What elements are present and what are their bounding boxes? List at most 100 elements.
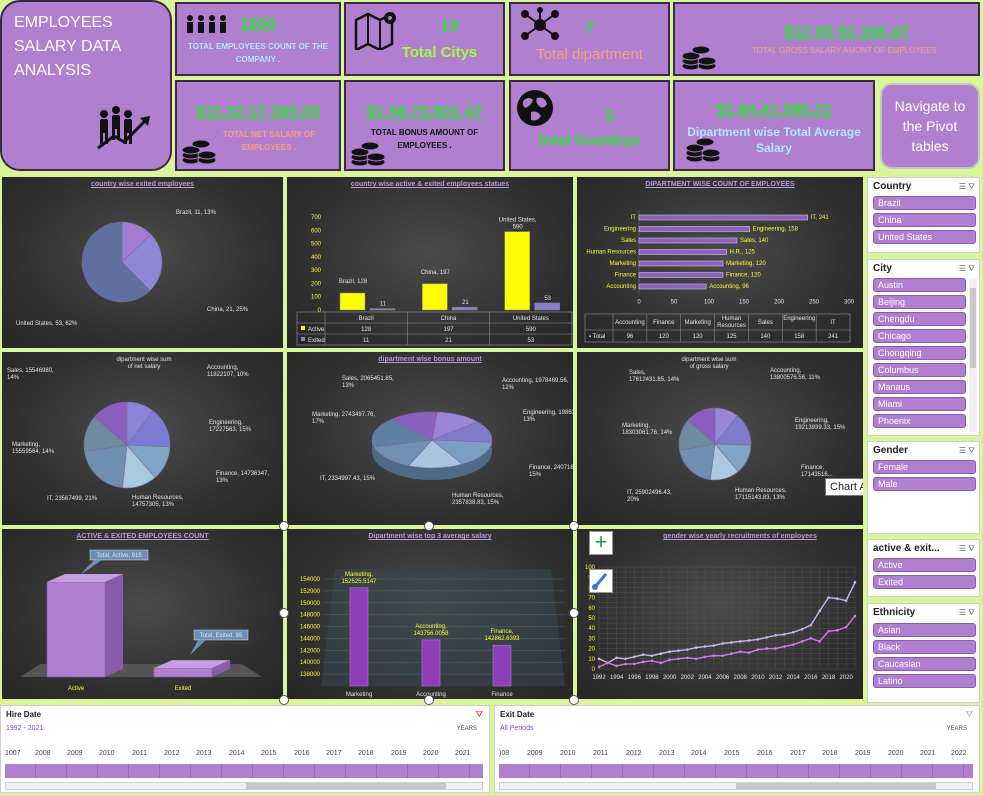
bar-front <box>153 667 213 678</box>
selection-handle[interactable] <box>279 521 289 531</box>
kpi-avg-salary-label: Dipartment wise Total Average Salary <box>687 125 861 155</box>
selection-handle[interactable] <box>569 695 579 705</box>
slicer-item-austin[interactable]: Austin <box>873 278 966 292</box>
slicer-item-manaus[interactable]: Manaus <box>873 380 966 394</box>
selection-handle[interactable] <box>279 695 289 705</box>
timeline-selection-bar[interactable] <box>5 764 483 778</box>
kpi-total-gross-value: $12,90,91,166.47 <box>784 24 909 41</box>
timeline-level[interactable]: YEARS <box>457 726 477 732</box>
data-point <box>668 658 671 662</box>
slicer-item-asian[interactable]: Asian <box>873 623 976 637</box>
data-point <box>738 650 742 653</box>
coins-icon <box>181 139 217 165</box>
chart-styles-button[interactable] <box>589 569 613 593</box>
chart-bonus[interactable]: dipartment wise bonus amount Accounting,… <box>285 350 575 527</box>
table-header: Engineering <box>783 316 815 322</box>
chart-country-status[interactable]: country wise active & exited employees s… <box>285 175 575 350</box>
chart-department-count[interactable]: DIPARTMENT WISE COUNT OF EMPLOYEES IT IT,… <box>575 175 865 350</box>
dashboard-title-line2: SALARY DATA <box>14 38 122 55</box>
timeline-year: 2011 <box>132 750 148 757</box>
timeline-scrollbar[interactable] <box>5 782 483 790</box>
slicer-title: Gender <box>873 445 909 456</box>
bar-active <box>422 283 448 311</box>
slicer-title: active & exit... <box>873 543 940 554</box>
chart-yearly-recruitment[interactable]: gender wise yearly recruitments of emplo… <box>575 527 865 701</box>
data-point <box>668 650 671 653</box>
slicer-gender: Gender ☰ ⛛ Female Male <box>867 441 980 534</box>
slicer-filter-icons[interactable]: ☰ ⛛ <box>959 446 975 456</box>
slicer-item-chicago[interactable]: Chicago <box>873 329 966 343</box>
slicer-item-caucasian[interactable]: Caucasian <box>873 657 976 671</box>
slicer-item-china[interactable]: China <box>873 213 976 227</box>
category-label: Marketing <box>610 261 636 267</box>
slicer-item-female[interactable]: Female <box>873 460 976 474</box>
selection-handle[interactable] <box>569 608 579 618</box>
slicer-item-chongqing[interactable]: Chongqing <box>873 346 966 360</box>
slicer-filter-icons[interactable]: ☰ ⛛ <box>959 264 975 274</box>
slicer-item-columbus[interactable]: Columbus <box>873 363 966 377</box>
clear-filter-icon[interactable]: ⛛ <box>475 709 483 720</box>
data-point <box>633 662 636 666</box>
selection-handle[interactable] <box>424 695 434 705</box>
timeline-year: 2014 <box>691 750 707 757</box>
slicer-item-united-states[interactable]: United States <box>873 230 976 244</box>
timeline-year: 2009 <box>67 750 83 757</box>
x-tick-label: 150 <box>739 300 750 306</box>
slicer-item-active[interactable]: Active <box>873 558 976 572</box>
pie-label: Engineering, <box>209 420 243 426</box>
x-tick-label: 1998 <box>645 675 659 681</box>
chart-active-exited[interactable]: ACTIVE & EXITED EMPLOYEES COUNT Active Ex… <box>0 527 285 701</box>
data-label: Sales, 140 <box>740 238 769 244</box>
slicer-item-latino[interactable]: Latino <box>873 674 976 688</box>
slicer-item-chengdu[interactable]: Chengdu <box>873 312 966 326</box>
data-label: Engineering, 158 <box>753 227 799 233</box>
data-label: Finance, 120 <box>726 273 761 279</box>
bar-exited <box>369 308 396 311</box>
bar <box>638 260 724 267</box>
slicer-item-male[interactable]: Male <box>873 477 976 491</box>
data-point <box>615 664 618 668</box>
data-label: Accounting, <box>415 624 447 630</box>
x-tick-label: 2004 <box>698 675 712 681</box>
selection-handle[interactable] <box>279 608 289 618</box>
data-label: China, 197 <box>421 270 451 276</box>
slicer-filter-icons[interactable]: ☰ ⛛ <box>959 182 975 192</box>
slicer-scrollbar[interactable] <box>969 278 977 432</box>
timeline-selection-bar[interactable] <box>499 764 973 778</box>
data-label: United States, <box>499 218 537 224</box>
timeline-level[interactable]: YEARS <box>947 726 967 732</box>
pie-label: 13% <box>523 417 536 423</box>
navigate-pivot-button[interactable]: Navigate to the Pivot tables <box>880 83 980 169</box>
slicer-filter-icons[interactable]: ☰ ⛛ <box>959 544 975 554</box>
timeline-year: 2012 <box>626 750 642 757</box>
slicer-item-exited[interactable]: Exited <box>873 575 976 589</box>
timeline-title: Exit Date <box>500 710 535 719</box>
x-tick-label: 1996 <box>628 675 642 681</box>
slicer-item-brazil[interactable]: Brazil <box>873 196 976 210</box>
selection-handle[interactable] <box>424 521 434 531</box>
category-label: Exited <box>175 686 192 692</box>
chart-gross-salary[interactable]: dipartment wise sum of gross salary Accoun… <box>575 350 865 527</box>
slicer-title: City <box>873 263 892 274</box>
data-point <box>721 642 724 645</box>
data-label: 152525.5147 <box>341 579 377 585</box>
table-cell: 21 <box>445 338 452 344</box>
pie-label: 17115143.83, 13% <box>735 495 786 501</box>
chart-elements-button[interactable]: + <box>589 531 613 555</box>
slicer-filter-icons[interactable]: ☰ ⛛ <box>959 608 975 618</box>
selection-handle[interactable] <box>569 521 579 531</box>
slicer-item-miami[interactable]: Miami <box>873 397 966 411</box>
slicer-item-beijing[interactable]: Beijing <box>873 295 966 309</box>
pie-label: 13800576.56, 11% <box>770 375 821 381</box>
data-point <box>685 648 689 651</box>
clear-filter-icon[interactable]: ⛛ <box>965 709 973 720</box>
chart-top3-avg-salary[interactable]: Dipartment wise top 3 average salary 138… <box>285 527 575 701</box>
legend-swatch <box>301 337 305 341</box>
chart-country-exited[interactable]: country wise exited employees Brazil, 11… <box>0 175 285 350</box>
timeline-scrollbar[interactable] <box>499 782 973 790</box>
bar <box>349 587 369 687</box>
timeline-year: 2016 <box>757 750 773 757</box>
slicer-item-phoenix[interactable]: Phoenix <box>873 414 966 428</box>
chart-net-salary[interactable]: dipartment wise sum of net salary Accounti… <box>0 350 285 527</box>
slicer-item-black[interactable]: Black <box>873 640 976 654</box>
